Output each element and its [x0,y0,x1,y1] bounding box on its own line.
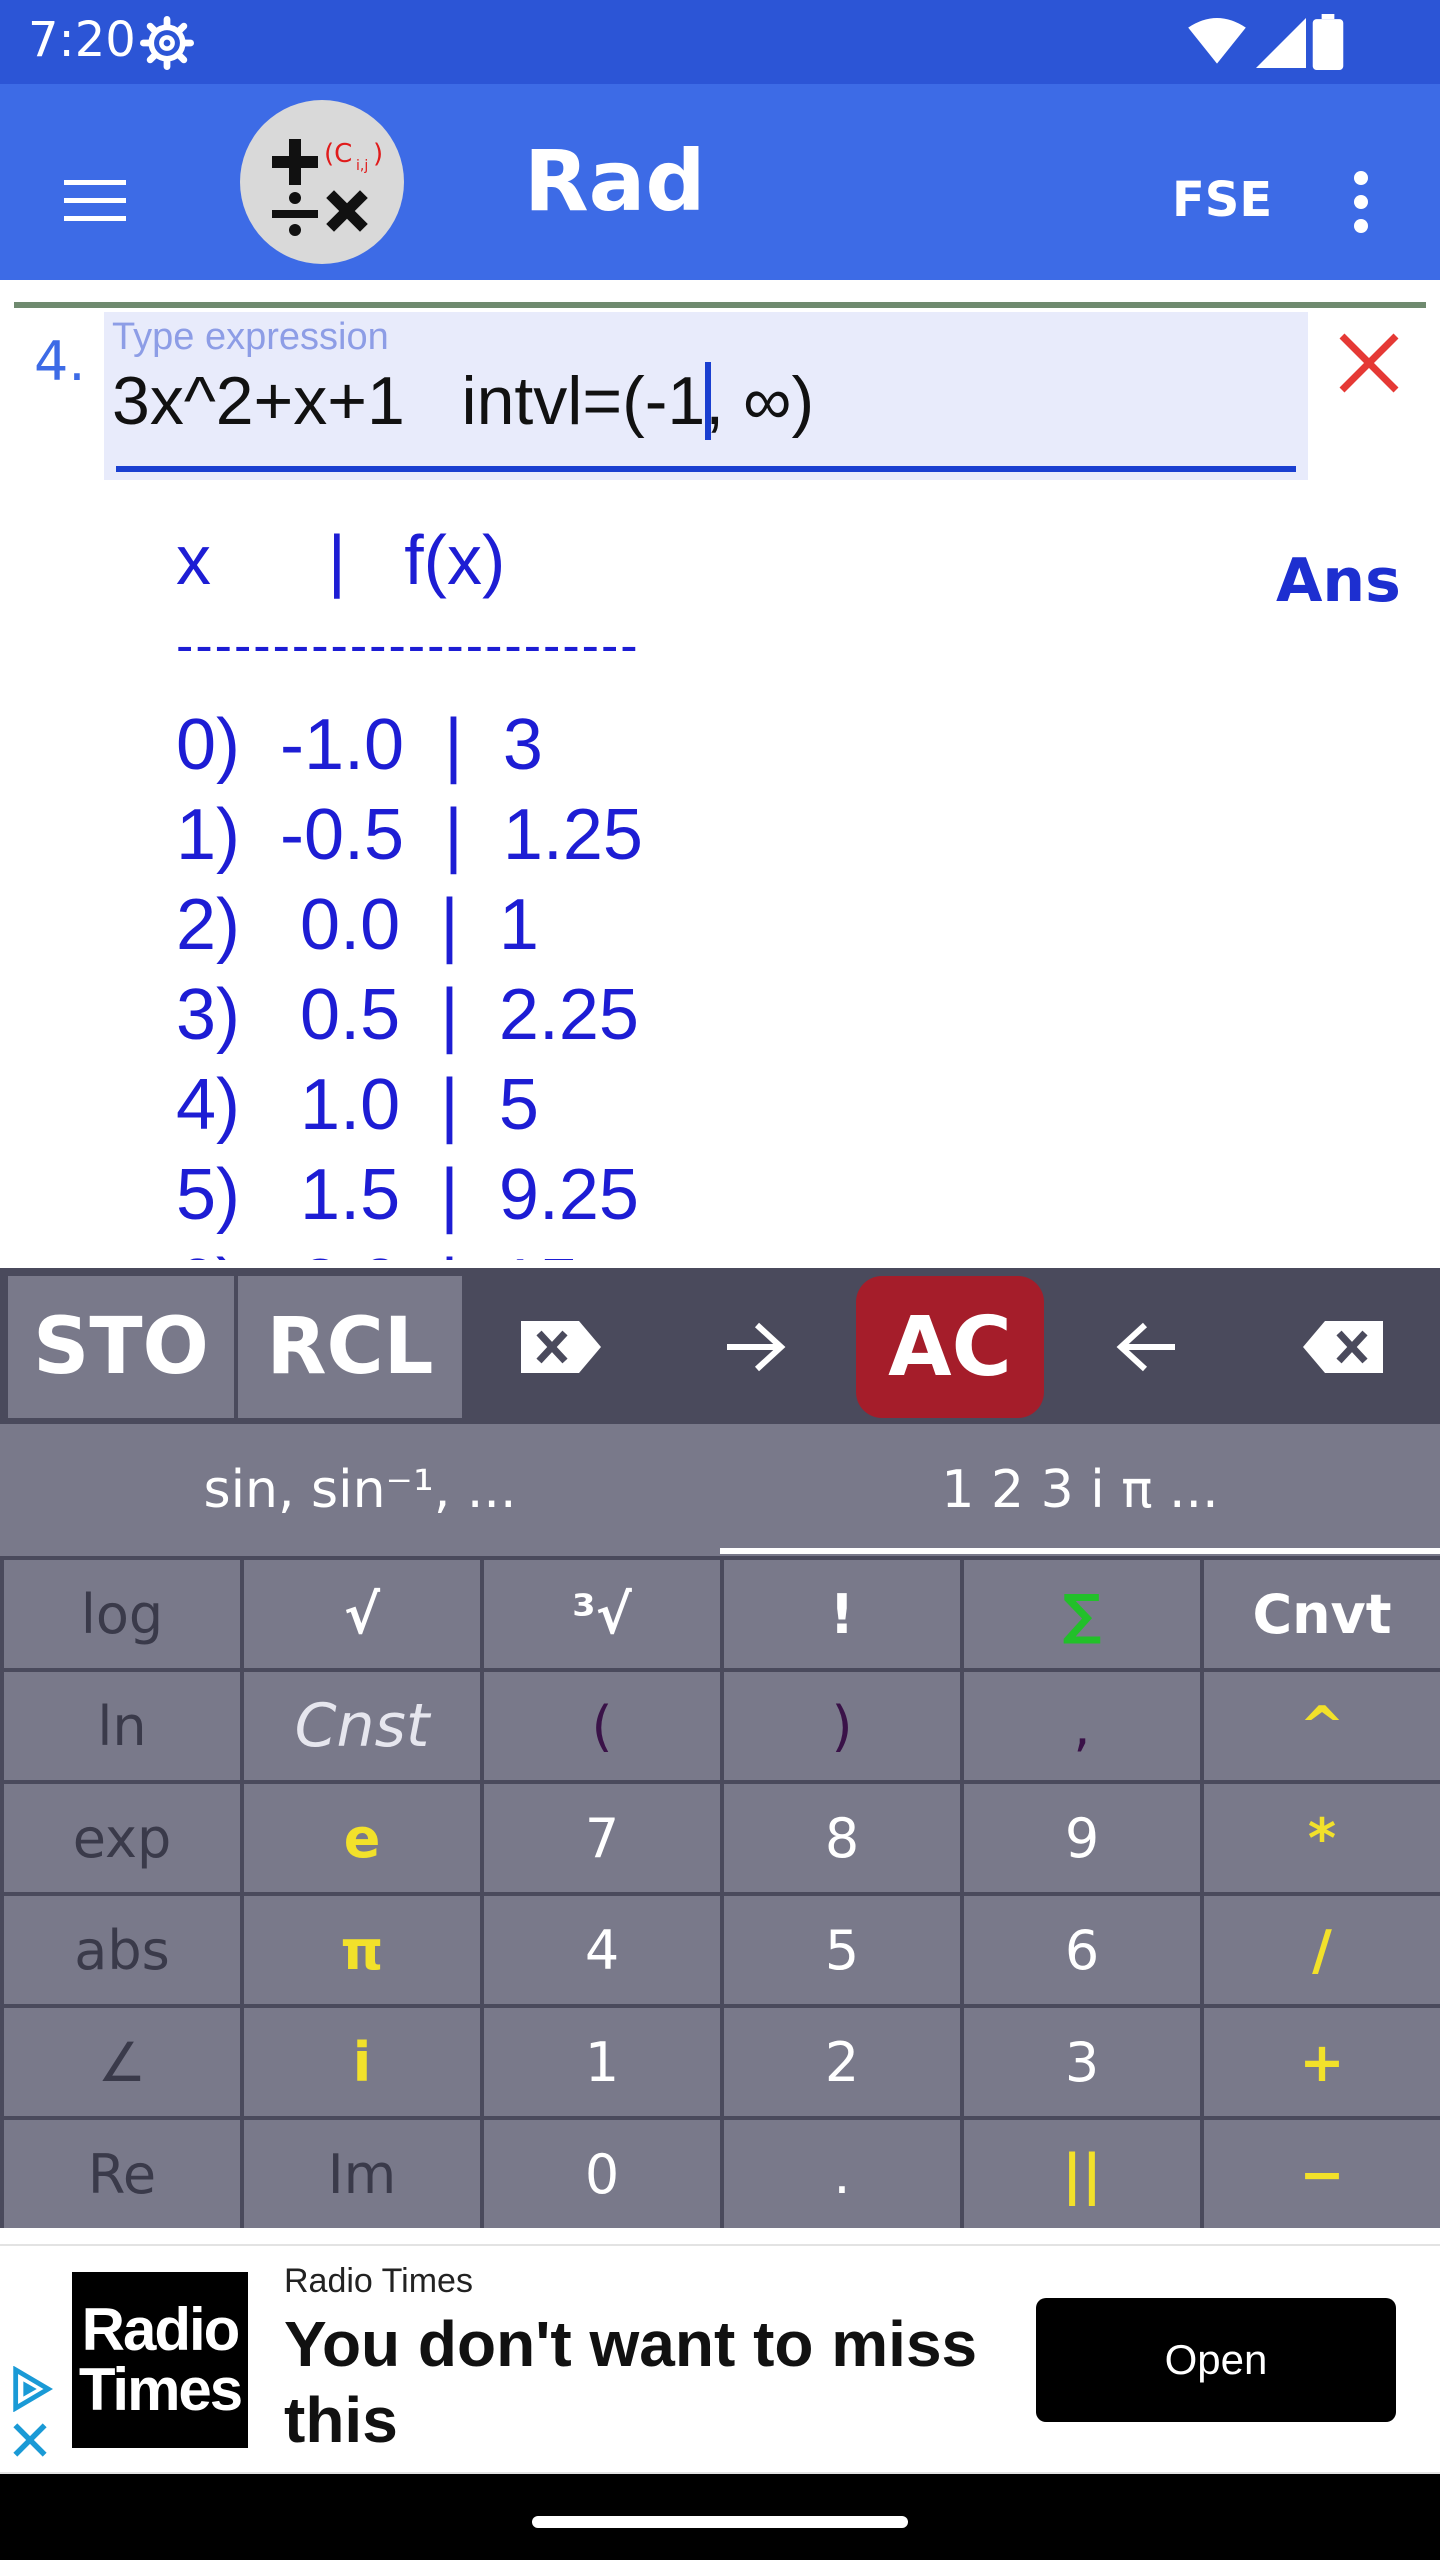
tab-functions[interactable]: sin, sin⁻¹, ... [0,1424,720,1556]
rcl-button[interactable]: RCL [238,1276,462,1418]
app-logo: (C i,j ) [240,100,404,264]
digit-4-key[interactable]: 4 [484,1896,720,2004]
tab-selected-indicator [720,1548,1440,1554]
expression-placeholder-label: Type expression [112,316,389,358]
signal-icon [1256,18,1306,68]
hamburger-menu-icon[interactable] [60,176,130,226]
digit-0-key[interactable]: 0 [484,2120,720,2228]
calculator-logo-icon: (C i,j ) [272,139,383,236]
constants-key[interactable]: Cnst [244,1672,480,1780]
exp-key[interactable]: exp [4,1784,240,1892]
adchoices-icon[interactable] [8,2366,54,2412]
ad-open-button[interactable]: Open [1036,2298,1396,2422]
cursor-left-button[interactable] [1092,1276,1202,1418]
digit-3-key[interactable]: 3 [964,2008,1200,2116]
result-row: 3) 0.5 | 2.25 [176,975,639,1055]
wifi-icon [1188,18,1246,64]
open-paren-key[interactable]: ( [484,1672,720,1780]
digit-8-key[interactable]: 8 [724,1784,960,1892]
result-table-header: x | f(x) [176,521,506,599]
battery-icon [1312,14,1344,70]
home-gesture-handle[interactable] [532,2516,908,2528]
expression-underline [116,466,1296,472]
sum-key[interactable]: ∑ [964,1560,1200,1668]
backspace-button[interactable] [1284,1276,1404,1418]
delete-forward-button[interactable] [500,1276,620,1418]
comma-key[interactable]: , [964,1672,1200,1780]
result-row: 1) -0.5 | 1.25 [176,795,643,875]
result-row: 4) 1.0 | 5 [176,1065,539,1145]
convert-key[interactable]: Cnvt [1204,1560,1440,1668]
power-key[interactable]: ^ [1204,1672,1440,1780]
fse-button[interactable]: FSE [1172,172,1272,228]
clear-expression-icon[interactable] [1336,330,1402,396]
ans-button[interactable]: Ans [1276,546,1401,616]
ad-headline[interactable]: You don't want to miss this [284,2306,1024,2458]
digit-1-key[interactable]: 1 [484,2008,720,2116]
divide-key[interactable]: / [1204,1896,1440,2004]
result-row: 6) 2.0 | 15 [176,1240,976,1260]
svg-text:i,j: i,j [356,158,368,174]
svg-text:(C: (C [324,139,352,169]
multiply-key[interactable]: * [1204,1784,1440,1892]
imag-part-key[interactable]: Im [244,2120,480,2228]
sto-button[interactable]: STO [8,1276,234,1418]
backspace-right-icon [521,1321,601,1373]
all-clear-button[interactable]: AC [856,1276,1044,1418]
digit-6-key[interactable]: 6 [964,1896,1200,2004]
decimal-point-key[interactable]: . [724,2120,960,2228]
ln-key[interactable]: ln [4,1672,240,1780]
plus-key[interactable]: + [1204,2008,1440,2116]
parallel-key[interactable]: || [964,2120,1200,2228]
close-paren-key[interactable]: ) [724,1672,960,1780]
svg-text:): ) [373,139,383,169]
minus-key[interactable]: − [1204,2120,1440,2228]
app-title-angle-mode[interactable]: Rad [524,132,706,230]
result-separator: ------------------------ [176,617,640,675]
e-key[interactable]: e [244,1784,480,1892]
digit-5-key[interactable]: 5 [724,1896,960,2004]
cursor-right-button[interactable] [700,1276,810,1418]
ad-advertiser: Radio Times [284,2262,473,2300]
pi-key[interactable]: π [244,1896,480,2004]
more-options-icon[interactable] [1346,170,1376,280]
tab-numbers[interactable]: 1 2 3 i π ... [720,1424,1440,1556]
imaginary-i-key[interactable]: i [244,2008,480,2116]
arrow-right-icon [727,1322,786,1372]
text-cursor [705,362,711,440]
backspace-icon [1303,1321,1383,1373]
log-key[interactable]: log [4,1560,240,1668]
cube-root-key[interactable]: ³√ [484,1560,720,1668]
result-row: 5) 1.5 | 9.25 [176,1155,639,1235]
ad-logo: Radio Times [72,2272,248,2448]
result-rows: 0) -1.0 | 3 1) -0.5 | 1.25 2) 0.0 | 1 3)… [176,700,976,1260]
sqrt-key[interactable]: √ [244,1560,480,1668]
abs-key[interactable]: abs [4,1896,240,2004]
result-row: 2) 0.0 | 1 [176,885,539,965]
digit-2-key[interactable]: 2 [724,2008,960,2116]
status-time: 7:20 [28,12,136,68]
divider [14,302,1426,308]
ad-close-icon[interactable] [8,2418,52,2462]
result-row: 0) -1.0 | 3 [176,705,543,785]
angle-key[interactable]: ∠ [4,2008,240,2116]
settings-gear-icon [140,16,194,70]
expression-index: 4. [34,330,86,393]
digit-9-key[interactable]: 9 [964,1784,1200,1892]
factorial-key[interactable]: ! [724,1560,960,1668]
real-part-key[interactable]: Re [4,2120,240,2228]
ad-logo-line: Radio [81,2296,241,2363]
digit-7-key[interactable]: 7 [484,1784,720,1892]
ad-logo-line: Times [78,2356,243,2423]
arrow-left-icon [1116,1322,1175,1372]
